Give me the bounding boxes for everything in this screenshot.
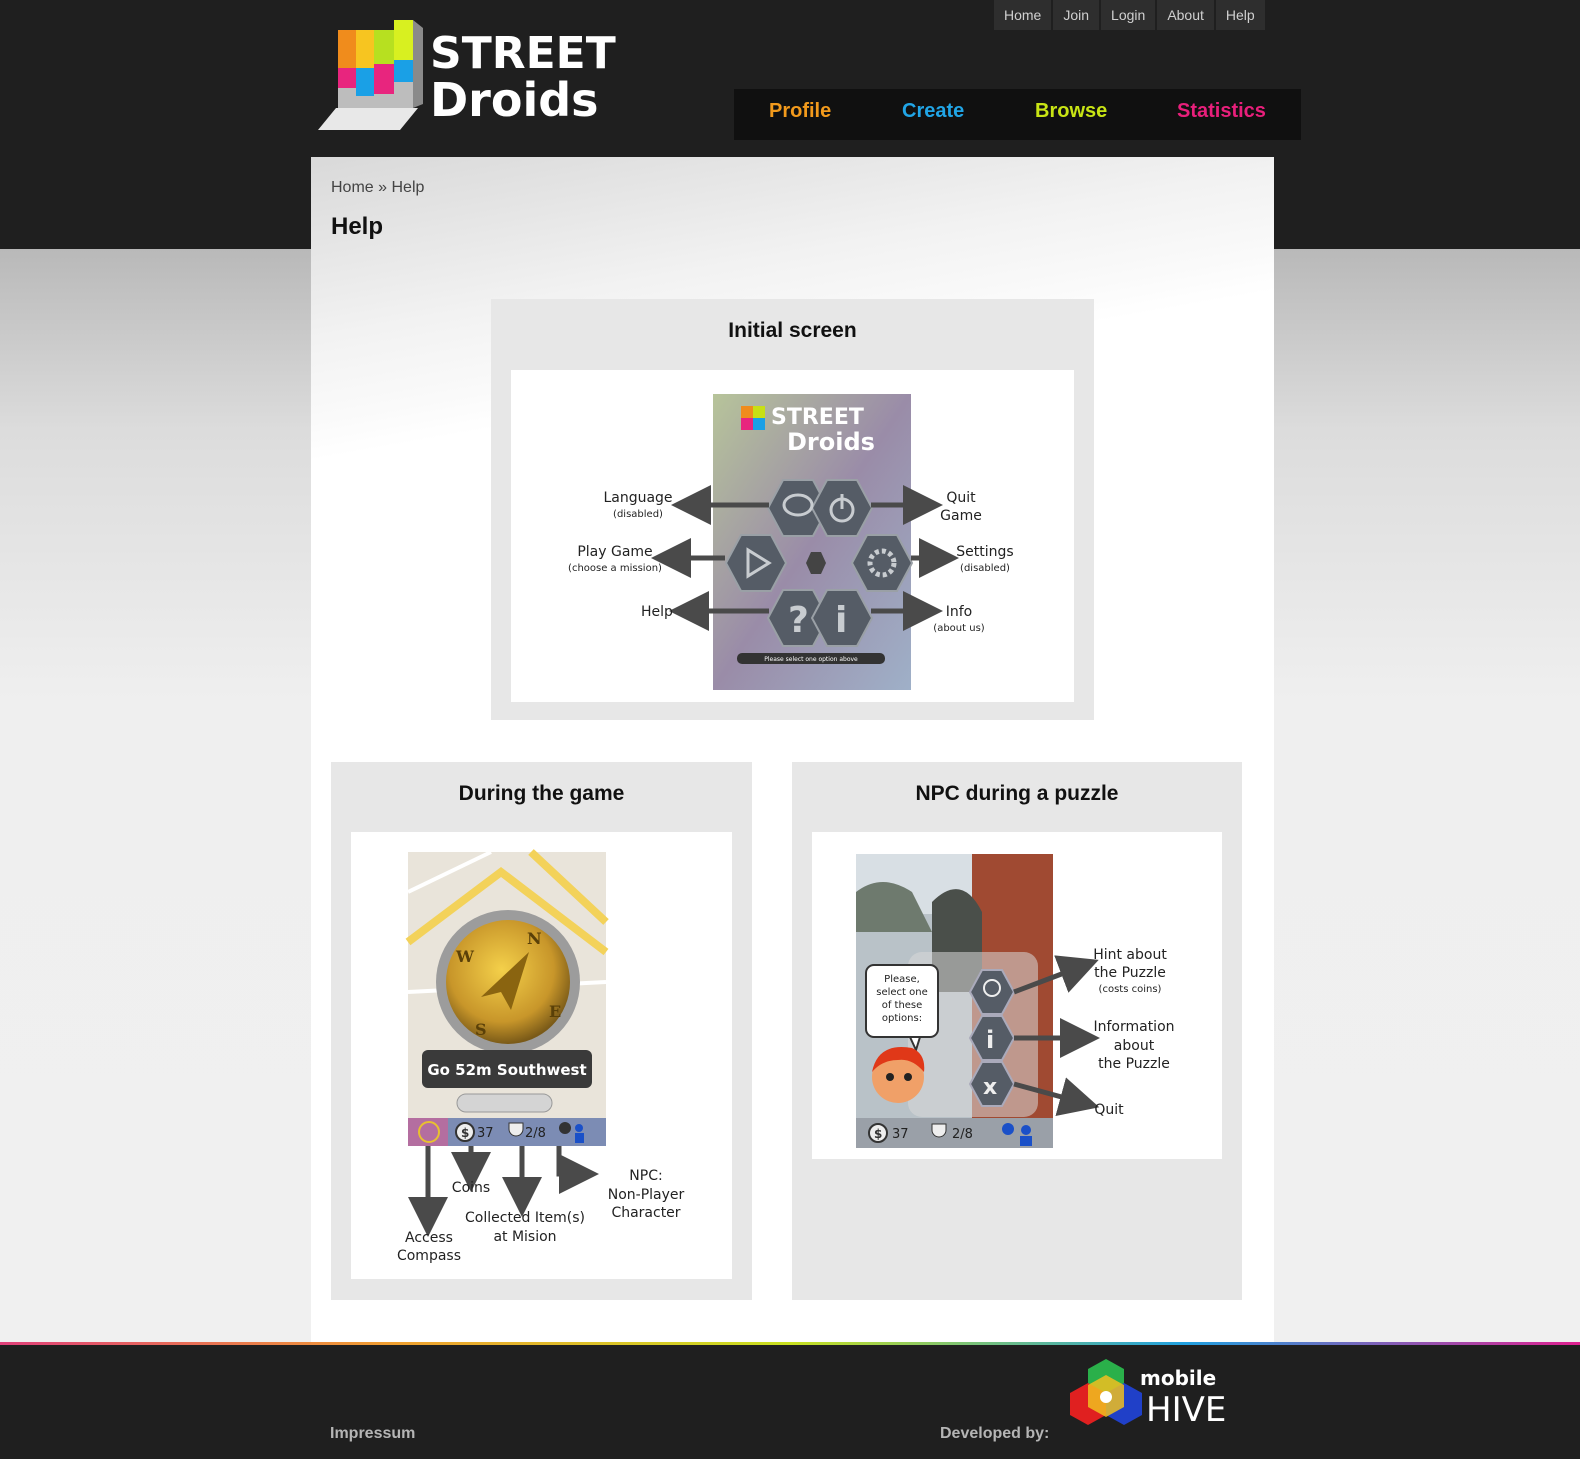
svg-text:E: E <box>549 1002 561 1021</box>
question-icon: ? <box>788 600 809 641</box>
during-game-diagram: N W E S Go 52m Southwest $ 37 2/8 Coins … <box>351 832 732 1279</box>
top-nav-login[interactable]: Login <box>1101 0 1156 30</box>
label-language-note: (disabled) <box>613 509 663 520</box>
breadcrumb: Home » Help <box>331 179 424 197</box>
breadcrumb-home[interactable]: Home <box>331 179 374 196</box>
phone-status-text: Please select one option above <box>764 656 858 663</box>
svg-text:S: S <box>475 1020 487 1039</box>
npc-chat-icon <box>559 1122 571 1134</box>
svg-text:N: N <box>527 929 542 948</box>
nav-statistics[interactable]: Statistics <box>1177 100 1266 123</box>
brand-mobile: mobile <box>1140 1366 1216 1390</box>
label-compass-1: Access <box>405 1230 453 1246</box>
developed-by-label: Developed by: <box>940 1425 1050 1442</box>
brand-hive: HIVE <box>1146 1390 1226 1430</box>
label-info-note: (about us) <box>933 623 984 634</box>
trophy-icon-puzzle <box>931 1123 947 1138</box>
label-npc-1: NPC: <box>629 1168 662 1184</box>
info-icon: i <box>835 600 847 641</box>
items-count: 2/8 <box>525 1126 546 1141</box>
nav-browse[interactable]: Browse <box>1035 100 1107 123</box>
label-play-note: (choose a mission) <box>568 563 662 574</box>
footer: Impressum Developed by: mobile HIVE <box>0 1345 1580 1459</box>
person-icon-puzzle <box>1021 1125 1031 1135</box>
label-items-2: at Mision <box>493 1229 556 1245</box>
direction-text: Go 52m Southwest <box>427 1061 586 1079</box>
trophy-icon <box>508 1122 524 1137</box>
close-icon: x <box>983 1075 997 1100</box>
svg-text:$: $ <box>874 1127 882 1141</box>
npc-puzzle-title: NPC during a puzzle <box>915 782 1119 805</box>
logo-text-street: STREET <box>430 28 616 79</box>
phone-logo-line2: Droids <box>787 428 875 456</box>
person-icon <box>575 1124 583 1132</box>
top-nav-join[interactable]: Join <box>1053 0 1100 30</box>
npc-puzzle-card: NPC during a puzzle Please, select one o… <box>792 762 1242 1300</box>
initial-screen-diagram: STREET Droids ? i Please select one opti… <box>511 370 1074 702</box>
label-info-2: about <box>1114 1038 1155 1054</box>
street-droids-logo[interactable]: STREET Droids <box>318 18 628 133</box>
coins-count: 37 <box>477 1126 494 1141</box>
label-info-3: the Puzzle <box>1098 1056 1170 1072</box>
label-settings-note: (disabled) <box>960 563 1010 574</box>
label-info: Info <box>946 604 973 620</box>
bubble-line-4: options: <box>882 1013 922 1024</box>
label-quit-2: Game <box>940 508 982 524</box>
top-nav-help[interactable]: Help <box>1215 0 1265 30</box>
top-nav: Home Join Login About Help <box>994 0 1265 30</box>
initial-screen-card: Initial screen STREET Droids ? i Please … <box>491 299 1094 720</box>
nav-profile[interactable]: Profile <box>769 100 831 123</box>
during-game-title: During the game <box>458 782 625 805</box>
breadcrumb-separator: » <box>378 179 388 196</box>
label-hint-1: Hint about <box>1093 947 1167 963</box>
main-nav: Profile Create Browse Statistics <box>734 89 1301 140</box>
during-game-card: During the game N W E S Go 52m Southwest… <box>331 762 752 1300</box>
label-quit-puzzle: Quit <box>1094 1102 1124 1118</box>
mobile-hive-logo[interactable]: mobile HIVE <box>1068 1357 1258 1431</box>
puzzle-items-count: 2/8 <box>952 1127 973 1142</box>
logo-text-droids: Droids <box>430 73 599 127</box>
label-items-1: Collected Item(s) <box>465 1210 585 1226</box>
bubble-line-2: select one <box>876 987 928 998</box>
page-title: Help <box>331 213 384 240</box>
puzzle-coins-count: 37 <box>892 1127 909 1142</box>
bubble-line-3: of these <box>882 1000 923 1011</box>
bubble-line-1: Please, <box>884 974 920 985</box>
label-help: Help <box>641 604 673 620</box>
phone-logo-line1: STREET <box>771 405 864 430</box>
label-compass-2: Compass <box>397 1248 461 1264</box>
label-info-1: Information <box>1093 1019 1174 1035</box>
breadcrumb-current: Help <box>391 179 425 196</box>
info-icon-puzzle: i <box>986 1026 994 1054</box>
npc-chat-icon-puzzle <box>1002 1123 1014 1135</box>
label-language: Language <box>603 490 672 506</box>
nav-create[interactable]: Create <box>902 100 964 123</box>
impressum-link[interactable]: Impressum <box>330 1425 415 1443</box>
label-quit-1: Quit <box>946 490 976 506</box>
npc-puzzle-diagram: Please, select one of these options: i x <box>812 832 1222 1159</box>
content-panel: Home » Help Help Initial screen STREET D… <box>311 157 1274 1343</box>
label-play: Play Game <box>577 544 652 560</box>
top-nav-about[interactable]: About <box>1157 0 1214 30</box>
label-npc-2: Non-Player <box>608 1187 685 1203</box>
initial-screen-title: Initial screen <box>728 319 857 342</box>
svg-text:W: W <box>455 947 475 966</box>
label-settings: Settings <box>956 544 1013 560</box>
svg-text:$: $ <box>461 1126 469 1140</box>
label-coins: Coins <box>452 1180 490 1196</box>
label-hint-2: the Puzzle <box>1094 965 1166 981</box>
label-hint-note: (costs coins) <box>1099 984 1162 995</box>
label-npc-3: Character <box>611 1205 680 1221</box>
top-nav-home[interactable]: Home <box>994 0 1052 30</box>
